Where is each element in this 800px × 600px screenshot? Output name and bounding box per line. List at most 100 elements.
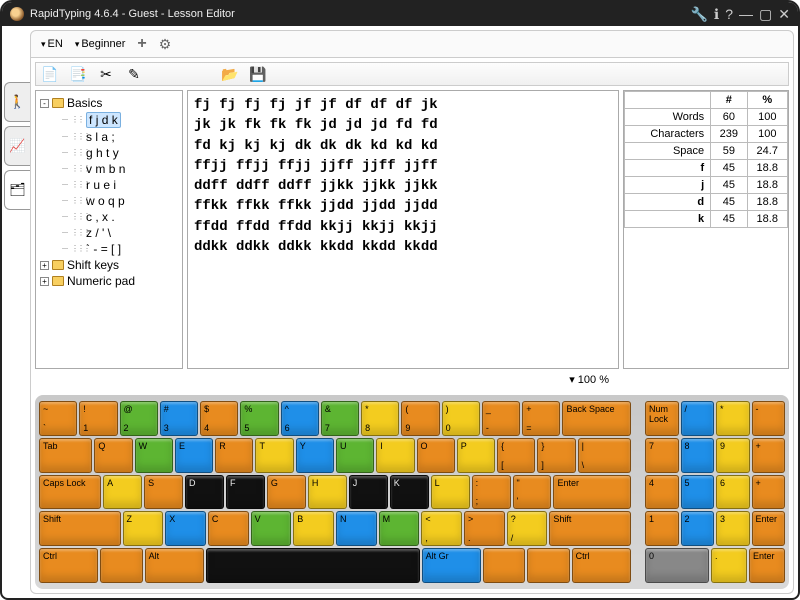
key-w[interactable]: W [135,438,173,473]
key-0[interactable]: 0 [645,548,709,583]
key-[interactable]: {[ [497,438,535,473]
key-a[interactable]: A [103,475,142,510]
key-2[interactable]: 2 [681,511,715,546]
key-enter[interactable]: Enter [553,475,631,510]
key-[interactable]: <, [421,511,462,546]
key-[interactable]: $4 [200,401,238,436]
key-[interactable] [206,548,420,583]
key-v[interactable]: V [251,511,292,546]
tab-stats-icon[interactable]: 📈 [4,126,30,166]
info-icon[interactable]: ℹ [714,6,719,23]
key-5[interactable]: 5 [681,475,715,510]
key-[interactable]: - [752,401,786,436]
key-altgr[interactable]: Alt Gr [422,548,481,583]
key-[interactable]: #3 [160,401,198,436]
key-r[interactable]: R [215,438,253,473]
key-e[interactable]: E [175,438,213,473]
key-9[interactable]: 9 [716,438,750,473]
key-shift[interactable]: Shift [549,511,631,546]
key-3[interactable]: 3 [716,511,750,546]
key-s[interactable]: S [144,475,183,510]
key-c[interactable]: C [208,511,249,546]
key-enter[interactable]: Enter [752,511,786,546]
key-8[interactable]: 8 [681,438,715,473]
new-page-icon[interactable]: 📄 [40,64,60,84]
help-icon[interactable]: ? [725,6,733,23]
key-[interactable]: ^6 [281,401,319,436]
key-[interactable]: + [752,438,786,473]
key-6[interactable]: 6 [716,475,750,510]
key-[interactable]: !1 [79,401,117,436]
key-[interactable]: *8 [361,401,399,436]
key-ctrl[interactable]: Ctrl [572,548,631,583]
key-[interactable] [483,548,525,583]
minimize-button[interactable]: — [739,6,753,23]
tab-editor-icon[interactable]: 🗂 [4,170,30,210]
key-m[interactable]: M [379,511,420,546]
key-q[interactable]: Q [94,438,132,473]
add-page-icon[interactable]: 📑 [68,64,88,84]
key-enter[interactable]: Enter [749,548,785,583]
key-[interactable]: _- [482,401,520,436]
key-[interactable]: * [716,401,750,436]
save-icon[interactable]: 💾 [248,64,268,84]
key-p[interactable]: P [457,438,495,473]
key-o[interactable]: O [417,438,455,473]
key-g[interactable]: G [267,475,306,510]
key-backspace[interactable]: Back Space [562,401,631,436]
key-[interactable] [527,548,569,583]
add-icon[interactable]: + [137,35,146,53]
level-dropdown[interactable]: Beginner [75,38,126,50]
edit-icon[interactable]: ✎ [124,64,144,84]
key-capslock[interactable]: Caps Lock [39,475,101,510]
key-[interactable]: )0 [442,401,480,436]
key-7[interactable]: 7 [645,438,679,473]
language-dropdown[interactable]: EN [41,38,63,50]
key-b[interactable]: B [293,511,334,546]
key-1[interactable]: 1 [645,511,679,546]
zoom-label[interactable]: 100 % [35,373,789,391]
key-numlock[interactable]: Num Lock [645,401,679,436]
key-shift[interactable]: Shift [39,511,121,546]
key-j[interactable]: J [349,475,388,510]
key-[interactable]: / [681,401,715,436]
key-[interactable]: += [522,401,560,436]
key-u[interactable]: U [336,438,374,473]
lesson-tree[interactable]: - Basics┄ f j d k┄ s l a ;┄ g h t y┄ v m… [35,90,183,369]
key-ctrl[interactable]: Ctrl [39,548,98,583]
key-d[interactable]: D [185,475,224,510]
key-n[interactable]: N [336,511,377,546]
key-[interactable]: >. [464,511,505,546]
key-f[interactable]: F [226,475,265,510]
delete-icon[interactable]: ✂ [96,64,116,84]
key-[interactable]: :; [472,475,511,510]
key-y[interactable]: Y [296,438,334,473]
key-[interactable]: &7 [321,401,359,436]
key-[interactable]: }] [537,438,575,473]
key-k[interactable]: K [390,475,429,510]
key-[interactable]: ~` [39,401,77,436]
key-[interactable]: (9 [401,401,439,436]
key-4[interactable]: 4 [645,475,679,510]
key-[interactable] [100,548,142,583]
key-l[interactable]: L [431,475,470,510]
key-tab[interactable]: Tab [39,438,92,473]
key-[interactable]: @2 [120,401,158,436]
close-button[interactable]: ✕ [778,6,790,23]
key-[interactable]: + [752,475,786,510]
wrench-icon[interactable]: 🔧 [690,6,707,23]
key-[interactable]: ?/ [507,511,548,546]
key-[interactable]: %5 [240,401,278,436]
key-x[interactable]: X [165,511,206,546]
open-icon[interactable]: 📂 [220,64,240,84]
key-[interactable]: "' [513,475,552,510]
key-i[interactable]: I [376,438,414,473]
tab-run-icon[interactable]: 🚶 [4,82,30,122]
key-[interactable]: |\ [578,438,631,473]
key-alt[interactable]: Alt [145,548,204,583]
lesson-text-area[interactable]: fj fj fj fj jf jf df df df jk jk jk fk f… [187,90,619,369]
key-[interactable]: . [711,548,747,583]
key-h[interactable]: H [308,475,347,510]
maximize-button[interactable]: ▢ [759,6,772,23]
key-t[interactable]: T [255,438,293,473]
